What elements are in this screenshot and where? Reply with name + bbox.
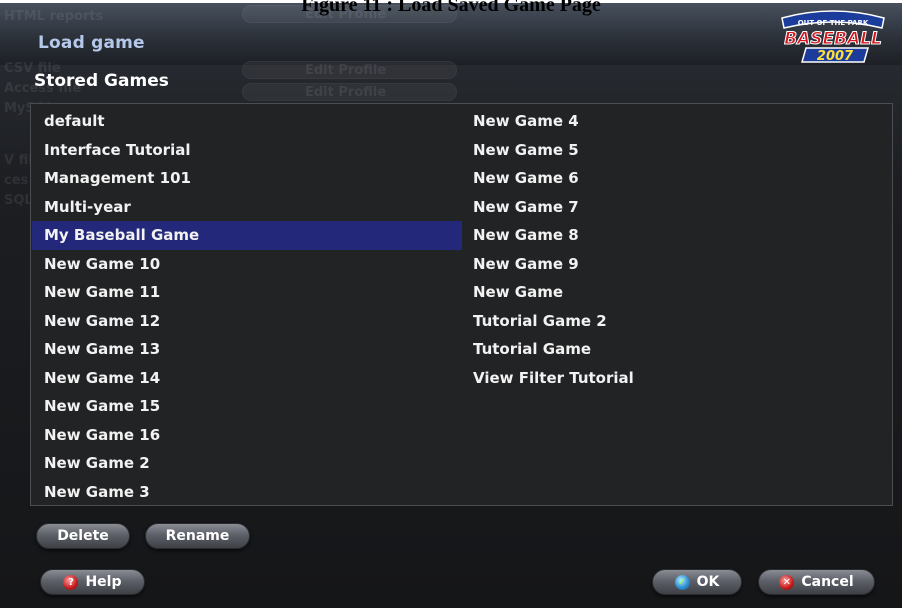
list-item[interactable]: New Game 6 xyxy=(461,164,891,193)
delete-button[interactable]: Delete xyxy=(36,523,130,549)
figure-caption: Figure 11 : Load Saved Game Page xyxy=(301,0,601,16)
list-item-selected[interactable]: My Baseball Game xyxy=(32,221,462,250)
load-game-dialog: HTML reports CSV file Access file MySQL … xyxy=(0,3,902,608)
help-button[interactable]: ? Help xyxy=(40,569,145,595)
list-item[interactable]: Tutorial Game 2 xyxy=(461,307,891,336)
list-item[interactable]: New Game 10 xyxy=(32,250,462,279)
list-item[interactable]: New Game 12 xyxy=(32,307,462,336)
list-item[interactable]: Management 101 xyxy=(32,164,462,193)
list-item[interactable]: New Game 4 xyxy=(461,107,891,136)
logo-line2: BASEBALL xyxy=(784,29,882,49)
ok-button[interactable]: ✓ OK xyxy=(652,569,742,595)
checkmark-icon: ✓ xyxy=(674,574,690,590)
list-item[interactable]: New Game 14 xyxy=(32,364,462,393)
list-item[interactable]: New Game 8 xyxy=(461,221,891,250)
list-item[interactable]: New Game 13 xyxy=(32,335,462,364)
list-item[interactable]: Multi-year xyxy=(32,193,462,222)
ghost-edit-profile: Edit Profile xyxy=(305,85,387,100)
list-item[interactable]: New Game 7 xyxy=(461,193,891,222)
list-item[interactable]: New Game 3 xyxy=(32,478,462,507)
cancel-button-label: Cancel xyxy=(801,574,854,590)
ghost-edit-profile: Edit Profile xyxy=(305,63,387,78)
list-item[interactable]: New Game 2 xyxy=(32,449,462,478)
x-icon: ✕ xyxy=(779,574,795,590)
rename-button-label: Rename xyxy=(165,528,230,544)
stored-games-right-column: New Game 4 New Game 5 New Game 6 New Gam… xyxy=(461,107,891,392)
list-item[interactable]: View Filter Tutorial xyxy=(461,364,891,393)
delete-button-label: Delete xyxy=(57,528,109,544)
list-item[interactable]: New Game 11 xyxy=(32,278,462,307)
stored-games-title: Stored Games xyxy=(34,71,169,91)
question-mark-icon: ? xyxy=(63,574,79,590)
list-item[interactable]: New Game xyxy=(461,278,891,307)
stored-games-list[interactable]: default Interface Tutorial Management 10… xyxy=(30,103,893,506)
cancel-button[interactable]: ✕ Cancel xyxy=(758,569,875,595)
list-item[interactable]: New Game 16 xyxy=(32,421,462,450)
help-button-label: Help xyxy=(85,574,122,590)
ok-button-label: OK xyxy=(696,574,720,590)
list-item[interactable]: New Game 15 xyxy=(32,392,462,421)
window-title: Load game xyxy=(38,33,145,53)
list-item[interactable]: New Game 5 xyxy=(461,136,891,165)
list-item[interactable]: Interface Tutorial xyxy=(32,136,462,165)
logo-line1: OUT OF THE PARK xyxy=(798,19,869,27)
list-item[interactable]: default xyxy=(32,107,462,136)
rename-button[interactable]: Rename xyxy=(145,523,250,549)
logo-line3: 2007 xyxy=(817,49,854,64)
stored-games-left-column: default Interface Tutorial Management 10… xyxy=(32,107,462,506)
list-item[interactable]: Tutorial Game xyxy=(461,335,891,364)
list-item[interactable]: New Game 9 xyxy=(461,250,891,279)
